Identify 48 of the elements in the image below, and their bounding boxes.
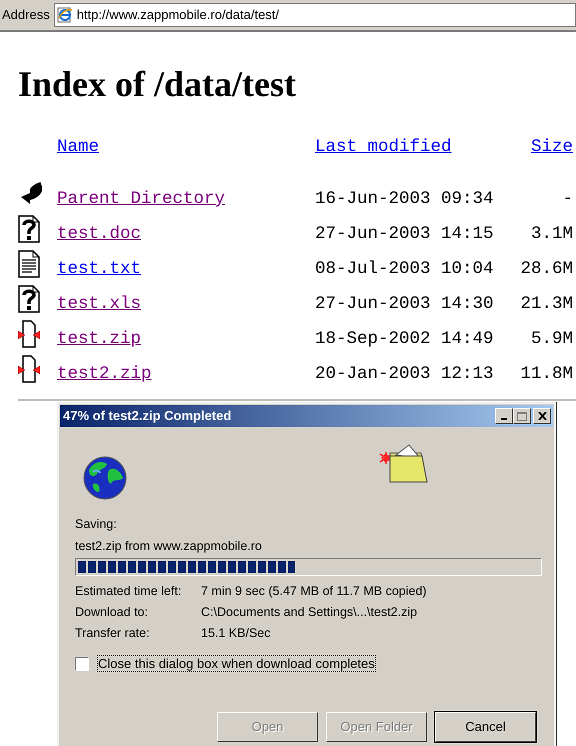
file-link[interactable]: test2.zip (57, 364, 152, 384)
saving-label: Saving: (75, 516, 118, 532)
file-link[interactable]: test.doc (57, 224, 142, 244)
maximize-button[interactable] (513, 408, 531, 424)
detail-label: Download to: (75, 604, 149, 622)
compressed-file-icon (18, 320, 40, 348)
globe-icon (83, 456, 127, 500)
detail-value: 15.1 KB/Sec (201, 625, 270, 642)
size-cell-text: 11.8M (519, 362, 574, 386)
size-cell-text: 5.9M (530, 328, 574, 351)
size-cell-text: - (561, 188, 574, 211)
modified-cell-text: 27-Jun-2003 14:15 (315, 222, 495, 246)
dialog-title: 47% of test2.zip Completed (63, 407, 232, 426)
source-text: test2.zip from www.zappmobile.ro (75, 538, 263, 554)
detail-label: Transfer rate: (75, 625, 151, 642)
minimize-button[interactable] (495, 408, 513, 424)
modified-cell-text: 16-Jun-2003 09:34 (315, 188, 495, 211)
maximize-icon (517, 412, 527, 420)
page-heading: Index of /data/test (18, 66, 297, 102)
file-link[interactable]: Parent Directory (57, 188, 226, 209)
modified-cell-text: 08-Jul-2003 10:04 (315, 258, 495, 281)
question-mark-page-icon (18, 285, 40, 313)
checkbox-label[interactable]: Close this dialog box when download completes (97, 655, 376, 672)
address-label: Address (2, 6, 50, 24)
modified-cell-text: 18-Sep-2002 14:49 (315, 328, 495, 351)
size-cell-text: 3.1M (530, 222, 574, 246)
modified-cell-text: 27-Jun-2003 14:30 (315, 292, 495, 316)
close-icon (538, 412, 546, 420)
close-button[interactable] (533, 408, 551, 424)
detail-value: 7 min 9 sec (5.47 MB of 11.7 MB copied) (201, 583, 427, 600)
detail-value: C:\Documents and Settings\...\test2.zip (201, 604, 418, 622)
file-link[interactable]: test.zip (57, 328, 142, 349)
file-link[interactable]: test.txt (57, 258, 142, 279)
file-link[interactable]: test.xls (57, 294, 142, 314)
column-header-link[interactable]: Name (57, 136, 100, 157)
compressed-file-icon (18, 355, 40, 383)
column-header-link[interactable]: Last modified (315, 136, 452, 157)
size-cell-text: 28.6M (519, 258, 574, 281)
question-mark-page-icon (18, 215, 40, 243)
text-document-icon (18, 250, 40, 278)
detail-label: Estimated time left: (75, 583, 182, 600)
browser-page-icon (56, 7, 73, 23)
size-cell-text: 21.3M (519, 292, 574, 316)
address-field[interactable]: http://www.zappmobile.ro/data/test/ (54, 3, 576, 27)
dialog-button[interactable]: Cancel (435, 712, 536, 742)
column-header-link[interactable]: Size (530, 136, 573, 157)
checkbox[interactable] (75, 656, 89, 670)
modified-cell-text: 20-Jan-2003 12:13 (315, 362, 495, 386)
